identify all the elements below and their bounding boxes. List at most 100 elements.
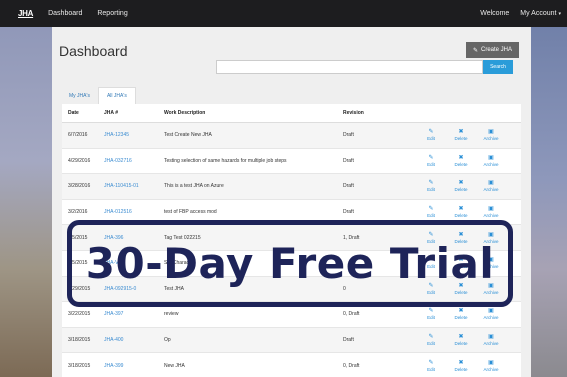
archive-action[interactable]: ▣ Archive <box>476 360 506 372</box>
delete-action[interactable]: ✖ Delete <box>446 308 476 320</box>
cell-revision: Draft <box>343 209 354 216</box>
cell-description: Testing selection of same hazards for mu… <box>164 157 287 164</box>
cell-revision: Draft <box>343 132 354 139</box>
edit-icon: ✎ <box>428 129 434 136</box>
search-input[interactable] <box>216 60 483 74</box>
tab-my-jhas[interactable]: My JHA's <box>61 87 98 104</box>
background-left <box>0 18 52 377</box>
create-jha-button[interactable]: ✎ Create JHA <box>466 42 519 58</box>
delete-action[interactable]: ✖ Delete <box>446 129 476 141</box>
action-label: Edit <box>427 187 435 193</box>
table-row: 4/29/2016 JHA-032716 Testing selection of … <box>62 149 521 175</box>
action-label: Delete <box>454 136 468 142</box>
tabs: My JHA's All JHA's <box>61 87 136 104</box>
delete-action[interactable]: ✖ Delete <box>446 180 476 192</box>
table-row: 3/28/2016 JHA-110415-01 This is a test JHA… <box>62 174 521 200</box>
delete-icon: ✖ <box>458 308 464 315</box>
cell-date: 4/29/2016 <box>68 157 91 164</box>
cell-jha-link[interactable]: JHA-400 <box>104 337 164 343</box>
action-label: Archive <box>483 213 499 219</box>
header-date: Date <box>68 110 79 116</box>
edit-action[interactable]: ✎ Edit <box>416 308 446 320</box>
delete-icon: ✖ <box>458 359 464 366</box>
search-button[interactable]: Search <box>483 60 513 74</box>
my-account-menu[interactable]: My Account <box>520 10 556 17</box>
top-navbar: JHA Dashboard Reporting Welcome My Accou… <box>0 0 567 27</box>
archive-action[interactable]: ▣ Archive <box>476 334 506 346</box>
chevron-down-icon[interactable]: ▾ <box>558 11 561 17</box>
cell-date: 3/2/2016 <box>68 209 88 216</box>
edit-action[interactable]: ✎ Edit <box>416 360 446 372</box>
free-trial-overlay: 30-Day Free Trial <box>67 220 513 307</box>
action-label: Edit <box>427 341 435 347</box>
cell-jha-link[interactable]: JHA-032716 <box>104 158 164 164</box>
edit-icon: ✎ <box>428 154 434 161</box>
action-label: Archive <box>483 187 499 193</box>
cell-description: New JHA <box>164 362 185 369</box>
cell-date: 3/28/2016 <box>68 183 91 190</box>
cell-jha-link[interactable]: JHA-12345 <box>104 132 164 138</box>
table-row: 3/18/2015 JHA-399 New JHA 0, Draft ✎ Edit ✖ Del… <box>62 353 521 377</box>
edit-icon: ✎ <box>428 206 434 213</box>
cell-revision: 0, Draft <box>343 311 360 318</box>
welcome-text: Welcome <box>480 10 510 17</box>
edit-action[interactable]: ✎ Edit <box>416 155 446 167</box>
cell-revision: Draft <box>343 183 354 190</box>
cell-description: This is a test JHA on Azure <box>164 183 224 190</box>
free-trial-text: 30-Day Free Trial <box>85 239 495 288</box>
edit-action[interactable]: ✎ Edit <box>416 334 446 346</box>
brand-logo[interactable]: JHA <box>18 9 33 18</box>
edit-icon: ✎ <box>472 47 478 54</box>
edit-icon: ✎ <box>428 308 434 315</box>
cell-description: review <box>164 311 179 318</box>
archive-icon: ▣ <box>488 334 494 341</box>
cell-jha-link[interactable]: JHA-110415-01 <box>104 183 164 189</box>
archive-action[interactable]: ▣ Archive <box>476 308 506 320</box>
archive-action[interactable]: ▣ Archive <box>476 180 506 192</box>
main-panel: Dashboard ✎ Create JHA Search My JHA's A… <box>52 27 531 377</box>
archive-icon: ▣ <box>488 154 494 161</box>
cell-jha-link[interactable]: JHA-012516 <box>104 209 164 215</box>
cell-date: 3/18/2015 <box>68 362 91 369</box>
table-header: Date JHA # Work Description Revision <box>62 104 521 123</box>
delete-action[interactable]: ✖ Delete <box>446 360 476 372</box>
delete-icon: ✖ <box>458 129 464 136</box>
cell-revision: Draft <box>343 157 354 164</box>
action-label: Archive <box>483 341 499 347</box>
header-revision: Revision <box>343 110 364 116</box>
action-label: Archive <box>483 136 499 142</box>
action-label: Delete <box>454 366 468 372</box>
delete-action[interactable]: ✖ Delete <box>446 334 476 346</box>
action-label: Edit <box>427 366 435 372</box>
page-title: Dashboard <box>59 43 128 59</box>
cell-date: 6/7/2016 <box>68 132 88 139</box>
edit-icon: ✎ <box>428 180 434 187</box>
tab-all-jhas[interactable]: All JHA's <box>97 87 136 104</box>
nav-reporting[interactable]: Reporting <box>97 10 127 17</box>
delete-icon: ✖ <box>458 180 464 187</box>
action-label: Delete <box>454 315 468 321</box>
edit-action[interactable]: ✎ Edit <box>416 206 446 218</box>
archive-action[interactable]: ▣ Archive <box>476 129 506 141</box>
edit-icon: ✎ <box>428 359 434 366</box>
cell-jha-link[interactable]: JHA-397 <box>104 311 164 317</box>
cell-description: Test Create New JHA <box>164 132 212 139</box>
action-label: Archive <box>483 315 499 321</box>
cell-revision: Draft <box>343 337 354 344</box>
nav-dashboard[interactable]: Dashboard <box>48 10 82 17</box>
cell-date: 3/18/2015 <box>68 337 91 344</box>
delete-action[interactable]: ✖ Delete <box>446 206 476 218</box>
delete-action[interactable]: ✖ Delete <box>446 155 476 167</box>
archive-action[interactable]: ▣ Archive <box>476 206 506 218</box>
header-description: Work Description <box>164 110 206 116</box>
cell-description: Op <box>164 337 171 344</box>
delete-icon: ✖ <box>458 334 464 341</box>
cell-jha-link[interactable]: JHA-399 <box>104 363 164 369</box>
edit-action[interactable]: ✎ Edit <box>416 129 446 141</box>
archive-action[interactable]: ▣ Archive <box>476 155 506 167</box>
edit-action[interactable]: ✎ Edit <box>416 180 446 192</box>
cell-date: 3/22/2015 <box>68 311 91 318</box>
action-label: Edit <box>427 136 435 142</box>
delete-icon: ✖ <box>458 206 464 213</box>
archive-icon: ▣ <box>488 129 494 136</box>
